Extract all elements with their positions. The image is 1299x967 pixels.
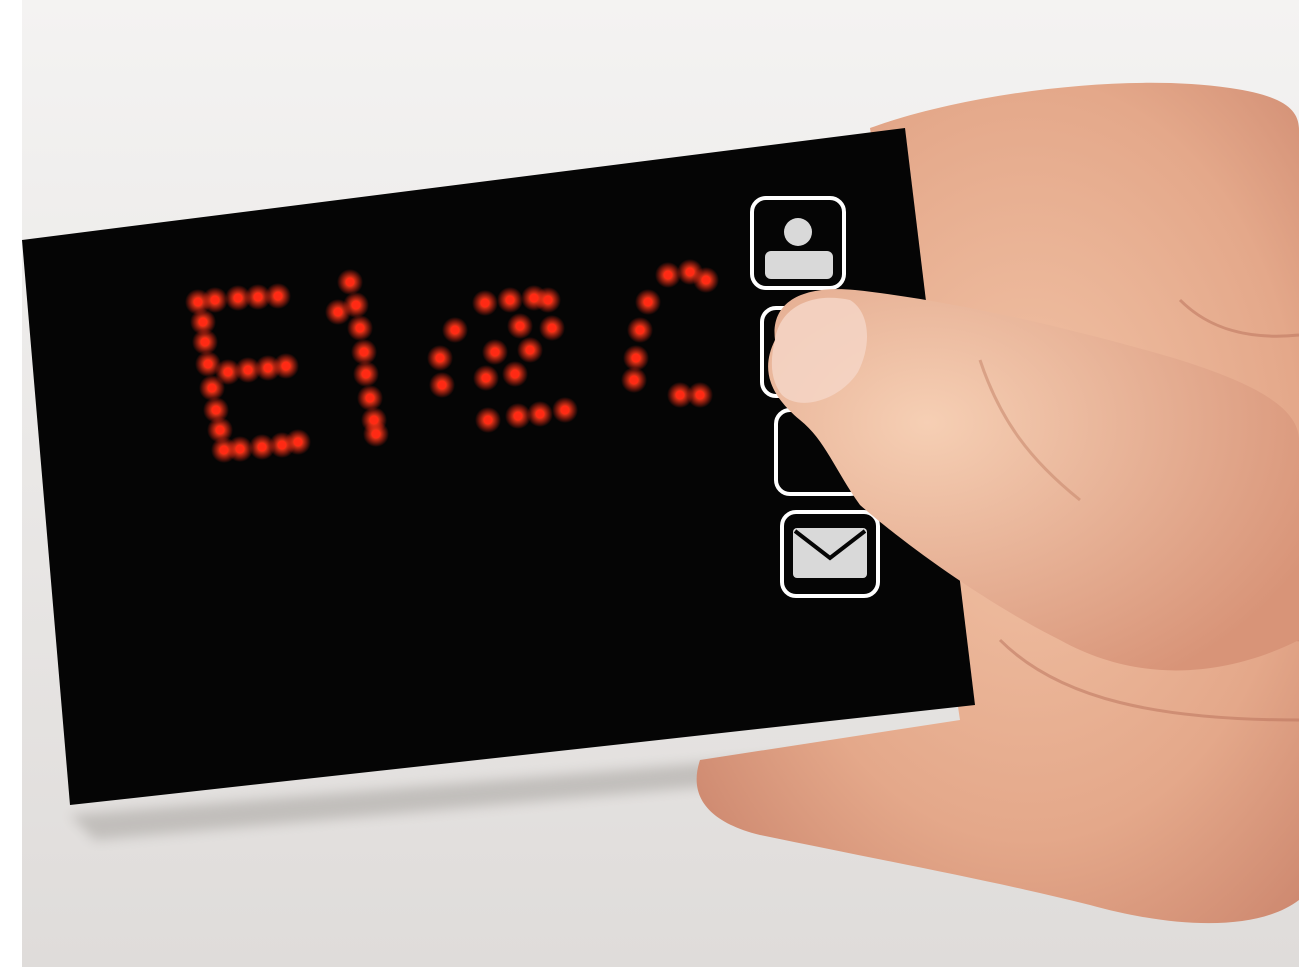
left-white-strip <box>0 0 22 967</box>
led-dot <box>701 275 711 285</box>
led-dot <box>345 277 355 287</box>
envelope-icon[interactable] <box>780 510 880 598</box>
led-dot <box>663 270 673 280</box>
led-dot <box>365 393 375 403</box>
led-dot <box>359 347 369 357</box>
led-dot <box>211 405 221 415</box>
led-dot <box>281 361 291 371</box>
led-dot <box>210 295 220 305</box>
led-dot <box>243 365 253 375</box>
led-dot <box>525 345 535 355</box>
led-dot <box>233 293 243 303</box>
led-dot <box>483 415 493 425</box>
led-dot <box>510 369 520 379</box>
person-icon[interactable] <box>750 196 846 290</box>
led-dot <box>253 292 263 302</box>
led-dot <box>273 291 283 301</box>
led-dot <box>505 295 515 305</box>
led-dot <box>635 325 645 335</box>
led-dot <box>333 307 343 317</box>
led-dot <box>480 298 490 308</box>
led-dot <box>263 363 273 373</box>
led-dot <box>560 405 570 415</box>
led-dot <box>515 321 525 331</box>
led-dot <box>481 373 491 383</box>
led-dot <box>490 347 500 357</box>
led-dot <box>200 337 210 347</box>
led-dot <box>629 375 639 385</box>
led-dot <box>535 409 545 419</box>
led-dot <box>685 267 695 277</box>
led-dot <box>257 442 267 452</box>
led-dot <box>198 317 208 327</box>
led-dot <box>215 425 225 435</box>
led-dot <box>675 390 685 400</box>
led-dot <box>355 323 365 333</box>
led-dot <box>631 353 641 363</box>
led-dot <box>695 390 705 400</box>
led-dot <box>223 367 233 377</box>
led-dot <box>293 437 303 447</box>
led-dot <box>207 383 217 393</box>
led-dot <box>203 359 213 369</box>
led-dot <box>371 429 381 439</box>
led-dot <box>437 380 447 390</box>
led-dot <box>193 297 203 307</box>
led-dot <box>543 295 553 305</box>
led-dot <box>643 297 653 307</box>
led-dot <box>235 444 245 454</box>
led-dot <box>513 411 523 421</box>
led-dot <box>435 353 445 363</box>
led-dot <box>361 369 371 379</box>
led-dot <box>351 300 361 310</box>
led-dot <box>547 323 557 333</box>
led-dot <box>450 325 460 335</box>
photo <box>0 0 1299 967</box>
